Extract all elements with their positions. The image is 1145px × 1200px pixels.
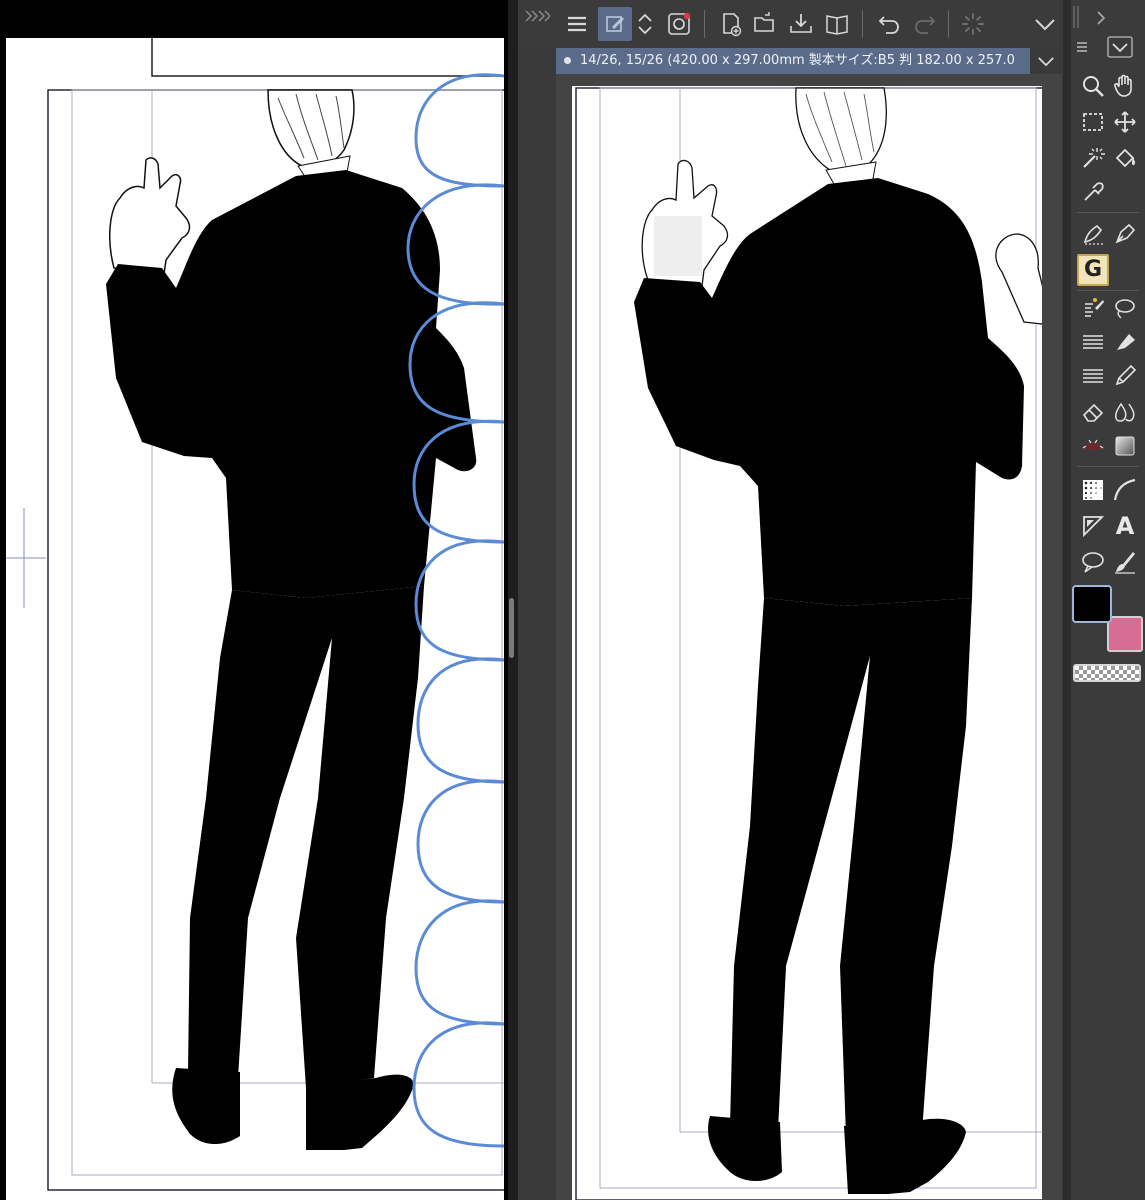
clip-studio-app: 14/26, 15/26 (420.00 x 297.00mm 製本サイズ:B5… xyxy=(518,0,1145,1200)
pen-sub-tool-icon[interactable] xyxy=(1077,218,1109,250)
eraser-tool-icon[interactable] xyxy=(1077,396,1109,428)
move-tool-icon[interactable] xyxy=(1109,106,1141,138)
save-icon[interactable] xyxy=(784,7,818,41)
trousers xyxy=(730,598,972,1136)
speech-balloon-tool-icon[interactable] xyxy=(1077,546,1109,578)
chevron-updown-icon[interactable] xyxy=(632,7,658,41)
lasso-tool-icon[interactable] xyxy=(1109,292,1141,324)
ruler-tool-icon[interactable] xyxy=(1077,510,1109,542)
toolbar-separator xyxy=(862,10,863,38)
layer-record-icon[interactable] xyxy=(662,7,696,41)
hand-tool-icon[interactable] xyxy=(1109,70,1141,102)
g-pen-tool-icon[interactable]: G xyxy=(1077,254,1109,286)
chevron-down-icon[interactable] xyxy=(1028,7,1062,41)
rect-select-tool-icon[interactable] xyxy=(1077,106,1109,138)
new-file-icon[interactable] xyxy=(714,7,748,41)
text-tool-label: A xyxy=(1115,512,1135,540)
collapse-arrows-icon[interactable] xyxy=(520,4,554,28)
hand-tone xyxy=(654,216,702,276)
stream-lines-tool-icon[interactable] xyxy=(1077,360,1109,392)
palette-dropdown-icon[interactable] xyxy=(1107,36,1133,58)
main-color-swatch[interactable] xyxy=(1072,585,1112,623)
document-tab[interactable]: 14/26, 15/26 (420.00 x 297.00mm 製本サイズ:B5… xyxy=(556,48,1030,74)
open-folder-icon[interactable] xyxy=(748,7,782,41)
palette-separator xyxy=(1077,290,1139,291)
tone-tool-icon[interactable] xyxy=(1077,474,1109,506)
right-hand xyxy=(995,233,1042,325)
pen-settings-icon[interactable] xyxy=(598,7,632,41)
redo-icon[interactable] xyxy=(908,7,942,41)
head-hair xyxy=(795,87,887,174)
left-sketch-pane xyxy=(0,0,508,1200)
g-pen-label: G xyxy=(1083,257,1103,282)
sub-color-swatch[interactable] xyxy=(1107,616,1143,652)
inked-page xyxy=(572,86,1042,1200)
decoration-tool-icon[interactable] xyxy=(1077,430,1109,462)
transparent-color-swatch[interactable] xyxy=(1073,664,1141,682)
speed-lines-tool-icon[interactable] xyxy=(1077,326,1109,358)
left-shoe xyxy=(172,1068,240,1145)
tab-dropdown-icon[interactable] xyxy=(1030,48,1062,74)
left-top-frame xyxy=(151,38,504,77)
menu-icon[interactable] xyxy=(560,7,594,41)
palette-expand-icon[interactable] xyxy=(1095,10,1107,26)
magic-wand-tool-icon[interactable] xyxy=(1077,142,1109,174)
tab-close-dot[interactable] xyxy=(564,57,571,64)
inked-artwork xyxy=(575,87,1042,1200)
raised-hand xyxy=(109,157,191,275)
fill-tool-icon[interactable] xyxy=(1109,142,1141,174)
blend-drops-tool-icon[interactable] xyxy=(1109,396,1141,428)
curve-tool-icon[interactable] xyxy=(1109,474,1141,506)
tool-palette: G A xyxy=(1071,0,1145,1200)
toolbar-separator xyxy=(704,10,705,38)
pencil-tool-icon[interactable] xyxy=(1109,360,1141,392)
palette-separator xyxy=(1077,212,1139,213)
left-shoe xyxy=(708,1116,782,1181)
eyedropper-tool-icon[interactable] xyxy=(1077,176,1109,208)
book-icon[interactable] xyxy=(820,7,854,41)
left-sketch-paper xyxy=(6,38,504,1200)
palette-separator xyxy=(1077,466,1139,467)
palette-header xyxy=(1071,0,1145,58)
panel-gutter xyxy=(1063,0,1071,1200)
canvas-area[interactable] xyxy=(556,74,1091,1200)
right-shoe xyxy=(844,1118,966,1194)
undo-icon[interactable] xyxy=(872,7,906,41)
marker-tool-icon[interactable] xyxy=(1109,326,1141,358)
right-shoe xyxy=(306,1074,414,1150)
trousers xyxy=(188,586,424,1088)
toolbar-separator xyxy=(948,10,949,38)
top-toolbar xyxy=(518,0,1063,48)
correction-brush-tool-icon[interactable] xyxy=(1109,546,1141,578)
palette-grip-icon[interactable] xyxy=(1071,6,1081,28)
sub-tool-brush-icon[interactable] xyxy=(1077,292,1109,324)
text-tool-icon[interactable]: A xyxy=(1109,510,1141,542)
zoom-tool-icon[interactable] xyxy=(1077,70,1109,102)
document-tab-title: 14/26, 15/26 (420.00 x 297.00mm 製本サイズ:B5… xyxy=(580,53,1015,68)
pen-tool-icon[interactable] xyxy=(1109,218,1141,250)
palette-menu-icon[interactable] xyxy=(1075,40,1089,54)
split-view-handle[interactable] xyxy=(509,598,514,658)
gradient-tool-icon[interactable] xyxy=(1109,430,1141,462)
left-sketch-artwork xyxy=(6,38,504,1191)
loading-spinner-icon xyxy=(956,7,990,41)
